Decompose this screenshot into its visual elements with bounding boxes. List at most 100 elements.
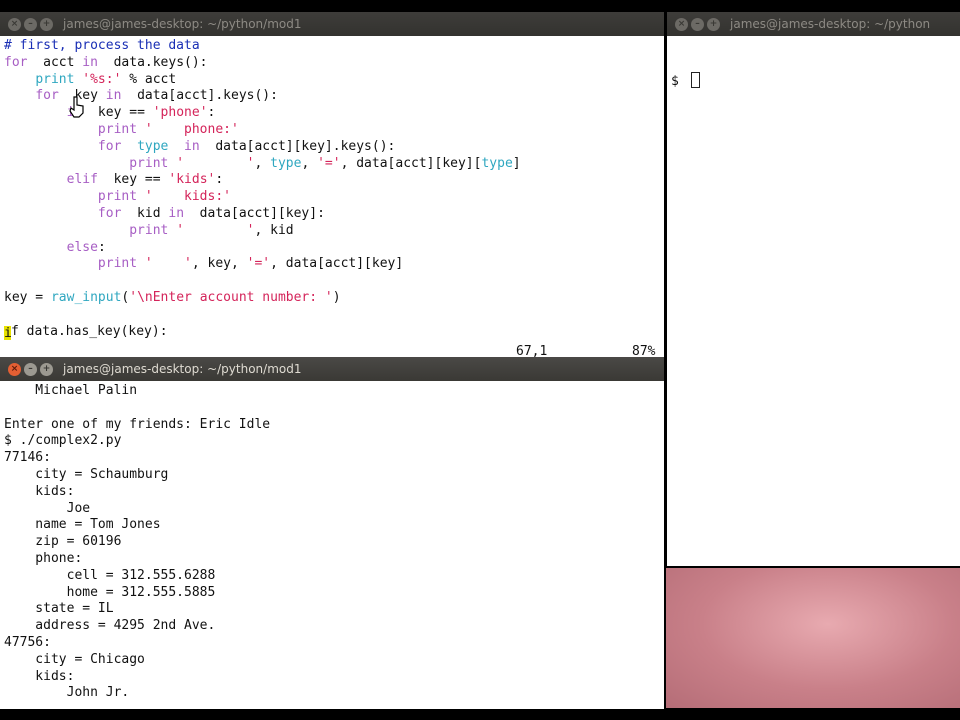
code-token: 'kids' — [168, 172, 216, 188]
output-line: kids: — [4, 483, 75, 499]
code-line: print '%s:' % acct — [4, 72, 664, 89]
code-token: data[acct].keys(): — [121, 88, 278, 104]
code-line: print ' ', kid — [4, 223, 664, 240]
code-token: ' phone:' — [137, 121, 239, 137]
code-token: print — [129, 222, 169, 238]
code-line: print ' phone:' — [4, 122, 664, 139]
output-line: address = 4295 2nd Ave. — [4, 618, 216, 634]
code-token: in — [184, 138, 200, 154]
shell-terminal-area[interactable]: $ — [667, 38, 960, 566]
output-titlebar[interactable]: × – + james@james-desktop: ~/python/mod1 — [0, 357, 664, 381]
output-line: home = 312.555.5885 — [4, 584, 216, 600]
code-token: key = — [4, 289, 51, 305]
shell-window[interactable]: × – + james@james-desktop: ~/python $ — [667, 12, 960, 566]
code-token: data[acct][key]: — [184, 205, 325, 221]
output-line: phone: — [4, 550, 83, 566]
code-token: ' kids:' — [137, 189, 231, 205]
output-line: Joe — [4, 500, 91, 516]
code-token: for — [97, 205, 122, 221]
shell-titlebar[interactable]: × – + james@james-desktop: ~/python — [667, 12, 960, 36]
code-token: in — [82, 54, 98, 70]
code-token: f data.has_key(key): — [11, 323, 168, 339]
code-token: # first, process the data — [4, 38, 200, 53]
maximize-icon[interactable]: + — [707, 17, 720, 31]
code-token: , key, — [191, 256, 247, 272]
code-token: in — [168, 205, 185, 221]
code-line: key = raw_input('\nEnter account number:… — [4, 290, 664, 307]
code-token: : — [97, 239, 106, 255]
code-token: , kid — [254, 222, 294, 238]
output-line: state = IL — [4, 601, 114, 617]
code-token: ' ' — [168, 155, 255, 171]
output-line: 47756: — [4, 634, 51, 650]
code-token: key == — [82, 105, 153, 121]
output-terminal-window[interactable]: × – + james@james-desktop: ~/python/mod1… — [0, 357, 664, 709]
output-line: 77146: — [4, 450, 51, 466]
code-token: '%s:' — [74, 71, 122, 87]
code-token: '\nEnter account number: ' — [129, 289, 333, 305]
code-line: if key == 'phone': — [4, 105, 664, 122]
output-line: kids: — [4, 668, 75, 684]
code-line: if data.has_key(key): — [4, 324, 664, 341]
close-icon[interactable]: × — [675, 17, 688, 31]
text-cursor — [690, 71, 700, 88]
shell-prompt: $ — [671, 73, 687, 89]
code-line: for acct in data.keys(): — [4, 55, 664, 72]
output-line: Enter one of my friends: Eric Idle — [4, 416, 271, 432]
editor-code-area[interactable]: # first, process the data for acct in dat… — [0, 38, 664, 358]
code-token: acct — [27, 54, 83, 70]
code-token: for — [97, 138, 122, 154]
editor-titlebar[interactable]: × – + james@james-desktop: ~/python/mod1 — [0, 12, 664, 36]
output-line: John Jr. — [4, 685, 130, 701]
output-line: $ ./complex2.py — [4, 433, 122, 449]
editor-cursor-position: 67,1 — [516, 344, 548, 358]
output-line: city = Schaumburg — [4, 466, 169, 482]
minimize-icon[interactable]: – — [24, 362, 37, 376]
code-line: for type in data[acct][key].keys(): — [4, 139, 664, 156]
output-window-title: james@james-desktop: ~/python/mod1 — [63, 362, 302, 376]
minimize-icon[interactable]: – — [691, 17, 704, 31]
editor-scroll-percent: 87% — [632, 344, 656, 358]
maximize-icon[interactable]: + — [40, 17, 53, 31]
code-token: print — [35, 71, 75, 87]
editor-window-title: james@james-desktop: ~/python/mod1 — [63, 17, 302, 31]
output-line: Michael Palin — [4, 383, 138, 398]
code-line: # first, process the data — [4, 38, 664, 55]
output-terminal-area[interactable]: Michael Palin Enter one of my friends: Er… — [0, 383, 664, 709]
code-line: for kid in data[acct][key]: — [4, 206, 664, 223]
desktop-background — [666, 568, 960, 708]
code-token: data[acct][key].keys(): — [199, 138, 396, 154]
code-token: in — [105, 88, 122, 104]
code-line: print ' kids:' — [4, 189, 664, 206]
code-token: 'phone' — [152, 105, 208, 121]
code-token: ' ' — [137, 256, 192, 272]
code-token: type — [481, 155, 513, 171]
code-token: % acct — [121, 71, 177, 87]
code-token: print — [97, 121, 138, 137]
close-icon[interactable]: × — [8, 17, 21, 31]
code-token: : — [215, 172, 224, 188]
code-line: else: — [4, 240, 664, 257]
editor-window[interactable]: × – + james@james-desktop: ~/python/mod1… — [0, 12, 664, 358]
code-token: type — [137, 138, 169, 154]
code-token: print — [129, 155, 169, 171]
output-line: name = Tom Jones — [4, 517, 161, 533]
code-token: data.keys(): — [97, 54, 208, 70]
close-icon[interactable]: × — [8, 362, 21, 376]
minimize-icon[interactable]: – — [24, 17, 37, 31]
maximize-icon[interactable]: + — [40, 362, 53, 376]
code-line: for key in data[acct].keys(): — [4, 88, 664, 105]
editor-cursor: i — [4, 325, 12, 341]
code-token: key == — [97, 172, 169, 188]
output-line: zip = 60196 — [4, 534, 122, 550]
